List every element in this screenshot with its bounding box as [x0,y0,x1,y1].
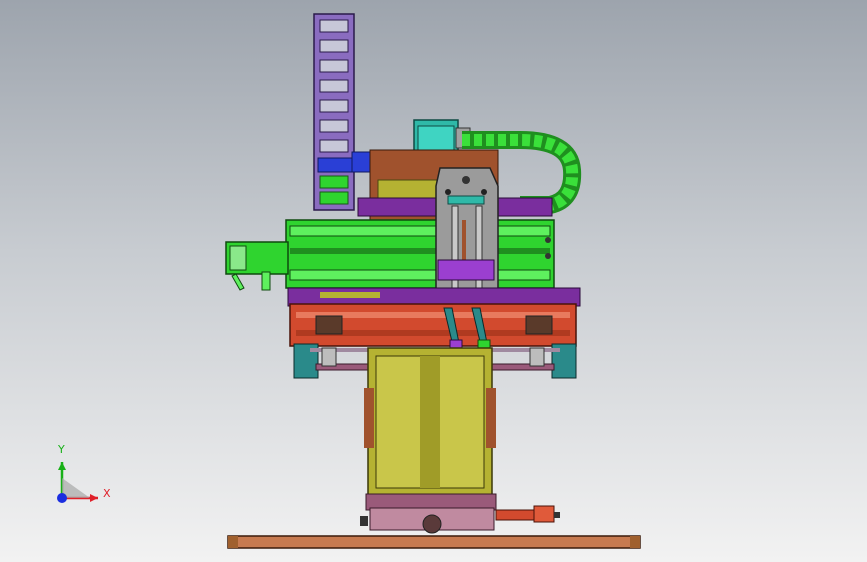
cad-viewport[interactable]: X Y [0,0,867,562]
red-rail-block [289,303,577,347]
floor-plate [227,535,641,549]
left-motor [225,241,289,291]
vertical-cable-chain [313,13,355,211]
y-axis-label: Y [58,443,65,456]
z-axis-dot [57,493,67,503]
center-carriage [435,167,499,291]
green-linear-actuator [285,219,555,289]
coordinate-triad [57,462,98,503]
olive-column [364,347,496,497]
x-axis-label: X [103,487,111,500]
cad-assembly-drawing[interactable] [0,0,867,562]
base-stage [360,493,560,534]
